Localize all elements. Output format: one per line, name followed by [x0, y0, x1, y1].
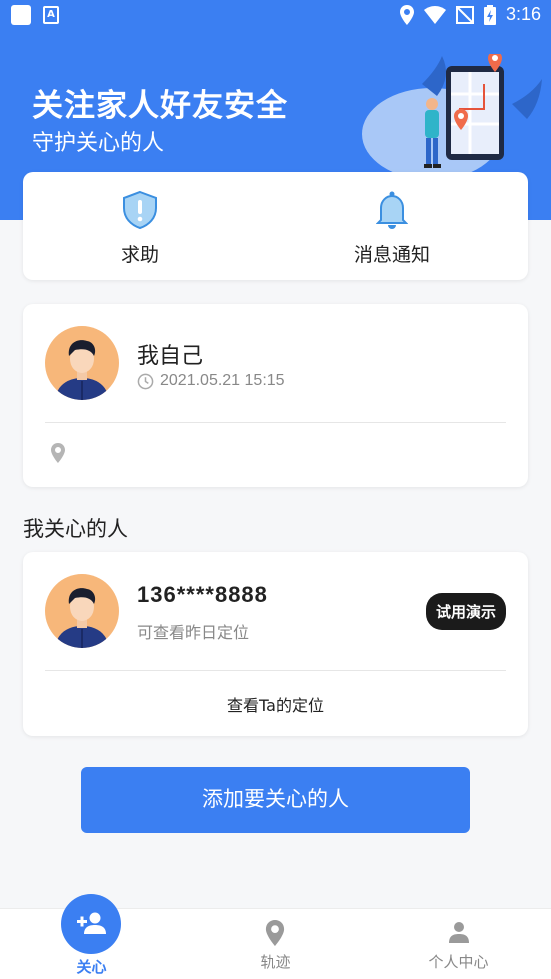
bell-icon: [375, 191, 409, 229]
avatar: [45, 326, 119, 400]
location-pin-icon: [51, 443, 65, 463]
hero-subtitle: 守护关心的人: [32, 131, 165, 156]
clock-icon: [137, 373, 154, 389]
quick-actions-card: 求助 消息通知: [23, 172, 528, 280]
notification-icon: [11, 5, 31, 25]
tab-care-highlight: [61, 894, 121, 954]
section-title: 我关心的人: [23, 517, 128, 541]
location-status-icon: [399, 4, 414, 25]
notifications-label: 消息通知: [353, 244, 430, 266]
map-illustration: [362, 54, 542, 180]
tab-care-label: 关心: [76, 958, 107, 976]
bottom-tab-bar: 关心 轨迹 个人中心: [0, 894, 551, 979]
view-location-link[interactable]: 查看Ta的定位: [23, 692, 528, 716]
self-name: 我自己: [137, 344, 204, 369]
tab-profile-label: 个人中心: [428, 953, 489, 971]
help-button[interactable]: 求助: [40, 190, 240, 267]
add-cared-person-button[interactable]: 添加要关心的人: [81, 767, 470, 833]
trial-demo-badge[interactable]: 试用演示: [425, 593, 506, 630]
divider: [45, 670, 506, 671]
tab-profile[interactable]: 个人中心: [367, 909, 550, 979]
help-label: 求助: [120, 244, 159, 266]
clock-time: 3:16: [505, 4, 541, 24]
app-notification-icon: A: [43, 6, 59, 24]
shield-alert-icon: [123, 190, 157, 230]
last-update-time: 2021.05.21 15:15: [160, 372, 285, 389]
no-signal-icon: [455, 5, 474, 24]
person-icon: [449, 922, 469, 943]
self-location-card[interactable]: 我自己 2021.05.21 15:15: [23, 304, 528, 487]
tab-track-label: 轨迹: [260, 953, 291, 971]
tab-track[interactable]: 轨迹: [184, 909, 367, 979]
location-pin-icon: [265, 920, 285, 946]
divider: [45, 422, 506, 423]
notifications-button[interactable]: 消息通知: [292, 190, 492, 267]
cared-person-card[interactable]: 136****8888 可查看昨日定位 试用演示 查看Ta的定位: [23, 552, 528, 736]
status-bar: A 3:16: [0, 0, 551, 32]
tab-care[interactable]: 关心: [0, 894, 183, 979]
cared-person-description: 可查看昨日定位: [137, 623, 250, 642]
hero-title: 关注家人好友安全: [32, 88, 288, 124]
battery-icon: [483, 4, 496, 25]
wifi-icon: [423, 5, 446, 24]
add-person-icon: [77, 912, 106, 934]
avatar: [45, 574, 119, 648]
cared-person-phone: 136****8888: [137, 582, 268, 607]
